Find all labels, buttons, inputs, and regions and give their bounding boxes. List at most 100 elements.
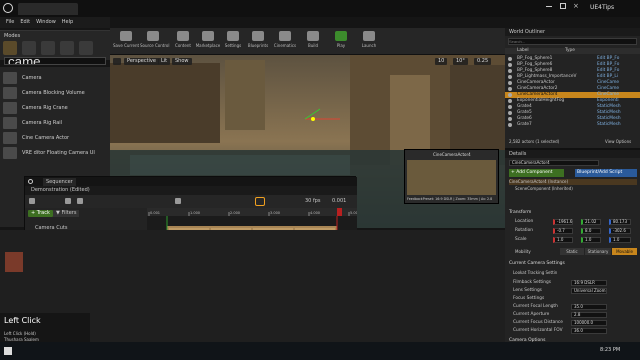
mobility-stationary[interactable]: Stationary — [585, 248, 611, 255]
geometry-mode-button[interactable] — [79, 41, 93, 55]
perspective-button[interactable]: Perspective — [124, 58, 159, 65]
save-icon[interactable] — [29, 198, 35, 204]
setting-value[interactable]: 36.0 — [571, 327, 607, 334]
sequencer-tab[interactable]: Sequencer — [43, 178, 76, 186]
show-button[interactable]: Show — [172, 58, 192, 65]
level-tab[interactable] — [18, 3, 78, 15]
z-field[interactable]: 80.173 — [609, 218, 631, 225]
camera-icon[interactable] — [65, 198, 71, 204]
x-field[interactable]: 1.0 — [553, 236, 573, 243]
visibility-eye-icon[interactable] — [508, 99, 512, 103]
build-icon — [307, 31, 319, 41]
mobility-movable[interactable]: Movable — [612, 248, 637, 255]
menu-help[interactable]: Help — [62, 19, 73, 25]
grid-snap-value[interactable]: 10 — [435, 58, 448, 65]
z-field[interactable]: -302.6 — [609, 227, 631, 234]
rail-icon — [3, 117, 17, 129]
outliner-search-input[interactable] — [508, 38, 637, 45]
fps-select[interactable]: 30 fps — [305, 198, 321, 204]
place-mode-button[interactable] — [3, 41, 17, 55]
play-button[interactable]: Play — [328, 31, 354, 54]
y-field[interactable]: 1.0 — [581, 236, 601, 243]
add-component-button[interactable]: + Add Component — [509, 169, 564, 177]
x-field[interactable]: -0.7 — [553, 227, 573, 234]
label-column-header[interactable]: Label — [517, 48, 529, 54]
list-item[interactable]: Camera Rig Crane — [3, 101, 107, 115]
list-item[interactable]: VRE ditor Floating Camera UI — [3, 146, 107, 160]
blueprint-script-button[interactable]: Blueprint/Add Script — [575, 169, 637, 177]
windows-start-icon[interactable] — [4, 347, 12, 355]
setting-value[interactable]: 35.0 — [571, 303, 607, 310]
visibility-eye-icon[interactable] — [508, 93, 512, 97]
launch-button[interactable]: Launch — [356, 31, 382, 54]
view-options-button[interactable]: View Options — [605, 139, 631, 144]
outliner-row[interactable]: Grate7 StaticMesh — [505, 122, 640, 128]
landscape-mode-button[interactable] — [41, 41, 55, 55]
component-root[interactable]: CineCameraActor4 (Instance) — [509, 179, 637, 185]
mobility-static[interactable]: Static — [560, 248, 584, 255]
visibility-eye-icon[interactable] — [508, 123, 512, 127]
type-column-header[interactable]: Type — [565, 48, 575, 54]
visibility-eye-icon[interactable] — [508, 57, 512, 61]
click-detail-label: Left Click (Hold) — [4, 331, 36, 336]
lookat-label[interactable]: Lookat Tracking Settin — [513, 270, 557, 275]
marketplace-button[interactable]: Marketplace — [195, 31, 221, 54]
outliner-tab: World Outliner — [505, 28, 640, 36]
content-button[interactable]: Content — [170, 31, 196, 54]
setting-value[interactable]: 16:9 DSLR — [571, 279, 607, 286]
viewport-options-button[interactable] — [113, 58, 121, 65]
content-thumbnail[interactable] — [5, 252, 23, 272]
setting-value[interactable]: 100000.0 — [571, 319, 607, 326]
visibility-eye-icon[interactable] — [508, 63, 512, 67]
blueprints-button[interactable]: Blueprints — [245, 31, 271, 54]
minimize-button[interactable] — [546, 6, 552, 7]
visibility-eye-icon[interactable] — [508, 81, 512, 85]
visibility-eye-icon[interactable] — [508, 111, 512, 115]
y-field[interactable]: 21.02 — [581, 218, 601, 225]
scale-snap-value[interactable]: 0.25 — [474, 58, 492, 65]
visibility-eye-icon[interactable] — [508, 117, 512, 121]
play-icon — [335, 31, 347, 41]
filters-button[interactable]: ▼ Filters — [53, 210, 80, 217]
x-field[interactable]: -1961.6 — [553, 218, 573, 225]
list-item[interactable]: Camera — [3, 71, 107, 85]
place-search-input[interactable] — [4, 57, 106, 65]
play-icon[interactable] — [175, 198, 181, 204]
list-item[interactable]: Camera Rig Rail — [3, 116, 107, 130]
render-icon[interactable] — [77, 198, 83, 204]
build-button[interactable]: Build — [300, 31, 326, 54]
actor-name-field[interactable]: CineCameraActor4 — [509, 160, 599, 166]
ruler-label: 0.001 — [150, 211, 160, 215]
lit-button[interactable]: Lit — [158, 58, 171, 65]
list-item[interactable]: Camera Blocking Volume — [3, 86, 107, 100]
component-child[interactable]: SceneComponent (Inherited) — [515, 186, 573, 192]
key-button[interactable] — [255, 197, 265, 206]
menu-file[interactable]: File — [6, 19, 14, 25]
menu-window[interactable]: Window — [36, 19, 56, 25]
setting-value[interactable]: Universal Zoom — [571, 287, 607, 294]
unreal-logo-icon — [28, 179, 33, 184]
transform-section-title[interactable]: Transform — [509, 210, 531, 215]
close-button[interactable]: × — [573, 2, 579, 10]
maximize-button[interactable] — [560, 3, 566, 9]
angle-snap-value[interactable]: 10° — [453, 58, 468, 65]
settings-button[interactable]: Settings — [220, 31, 246, 54]
source-control-button[interactable]: Source Control — [140, 31, 169, 54]
foliage-mode-button[interactable] — [60, 41, 74, 55]
menu-edit[interactable]: Edit — [20, 19, 30, 25]
visibility-eye-icon[interactable] — [508, 87, 512, 91]
cinematics-button[interactable]: Cinematics — [272, 31, 298, 54]
sequence-name[interactable]: Demonstration (Edited) — [31, 187, 90, 194]
paint-mode-button[interactable] — [22, 41, 36, 55]
save-button[interactable]: Save Current — [113, 31, 139, 54]
camera-settings-section-title[interactable]: Current Camera Settings — [509, 261, 565, 266]
setting-value[interactable]: 2.8 — [571, 311, 607, 318]
list-item[interactable]: Cine Camera Actor — [3, 131, 107, 145]
add-track-button[interactable]: + Track — [28, 210, 53, 217]
current-time-value[interactable]: 0.001 — [332, 198, 346, 204]
visibility-eye-icon[interactable] — [508, 75, 512, 79]
y-field[interactable]: 8.0 — [581, 227, 601, 234]
visibility-eye-icon[interactable] — [508, 105, 512, 109]
z-field[interactable]: 1.0 — [609, 236, 631, 243]
visibility-eye-icon[interactable] — [508, 69, 512, 73]
